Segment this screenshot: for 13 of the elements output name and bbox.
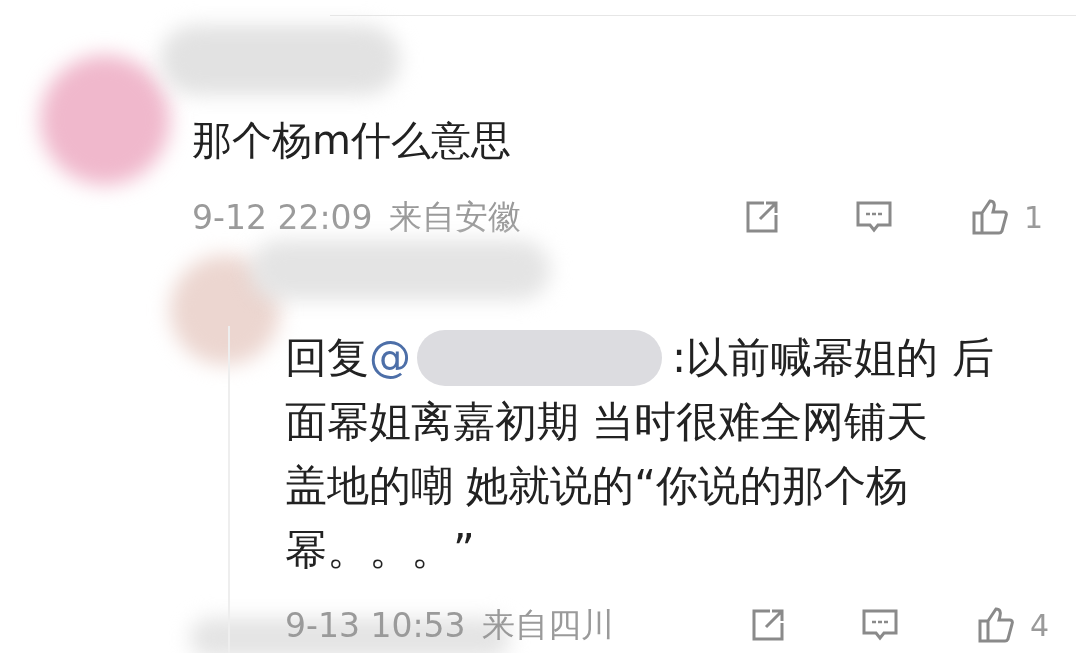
reply-time: 9-13 10:53 xyxy=(285,605,466,645)
comment-text: 那个杨m什么意思 xyxy=(192,116,512,165)
thumbs-up-icon[interactable] xyxy=(976,605,1016,645)
reply-label: 回复@ xyxy=(285,332,411,384)
like-count: 1 xyxy=(1024,199,1040,235)
reply-text: 面幂姐离嘉初期 当时很难全网铺天 盖地的嘲 她就说的“你说的那个杨 幂。。。” xyxy=(285,396,930,576)
reply-location: 来自四川 xyxy=(481,603,614,646)
thumbs-up-icon[interactable] xyxy=(970,197,1010,237)
comment-time: 9-12 22:09 xyxy=(192,197,373,237)
mention-link[interactable]: @ xyxy=(369,333,411,382)
reply-text: :以前喊幂姐的 后 xyxy=(672,332,994,384)
like-count: 4 xyxy=(1030,607,1046,643)
comment-location: 来自安徽 xyxy=(388,195,521,238)
